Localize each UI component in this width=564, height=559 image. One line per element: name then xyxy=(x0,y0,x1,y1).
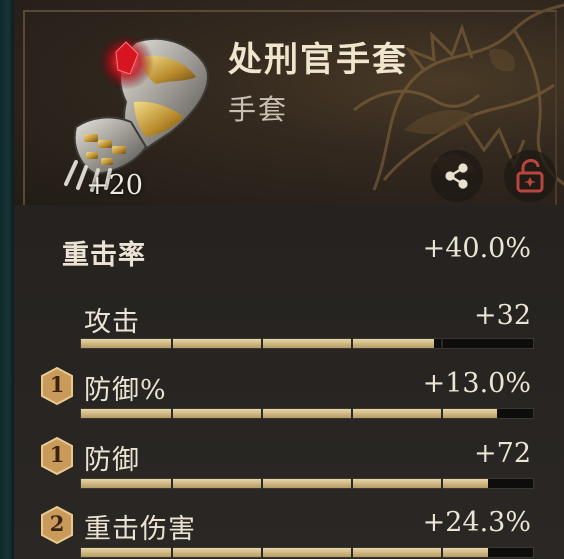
substat-roll-bar xyxy=(80,547,534,558)
gauntlet-item-image xyxy=(64,34,209,192)
substat-roll-bar xyxy=(80,338,534,349)
lock-button[interactable] xyxy=(504,150,556,202)
share-button[interactable] xyxy=(431,150,483,202)
substat-value: +32 xyxy=(474,300,531,331)
substat-roll-bar-fill xyxy=(81,339,434,348)
stats-section: 重击率 +40.0% 攻击 +32 1 防御% +13.0% 1 防御 +72 … xyxy=(14,205,564,559)
item-header: +20 处刑官手套 手套 xyxy=(14,0,564,205)
item-detail-panel: +20 处刑官手套 手套 重击率 +40.0% 攻击 +32 1 防御% +13… xyxy=(14,0,564,559)
item-type: 手套 xyxy=(228,93,289,126)
substat-label: 防御 xyxy=(84,445,140,476)
substat-roll-bar-fill xyxy=(81,548,488,557)
item-name: 处刑官手套 xyxy=(228,40,408,80)
upgrade-count: 1 xyxy=(49,442,65,467)
main-stat-label: 重击率 xyxy=(62,240,146,271)
upgrade-count: 2 xyxy=(49,511,65,536)
item-level: +20 xyxy=(86,170,143,201)
substat-value: +24.3% xyxy=(422,507,531,538)
substat-roll-bar xyxy=(80,408,534,419)
substat-label: 攻击 xyxy=(84,307,140,338)
substat-roll-bar xyxy=(80,478,534,489)
background-strip xyxy=(0,0,14,559)
substat-roll-bar-fill xyxy=(81,479,488,488)
share-icon xyxy=(445,163,468,189)
main-stat-value: +40.0% xyxy=(422,233,531,264)
unlocked-padlock-icon xyxy=(516,159,544,193)
substat-label: 重击伤害 xyxy=(84,514,196,545)
substat-roll-bar-fill xyxy=(81,409,497,418)
substat-value: +72 xyxy=(474,438,531,469)
upgrade-count: 1 xyxy=(49,372,65,397)
substat-label: 防御% xyxy=(84,375,167,406)
substat-value: +13.0% xyxy=(422,368,531,399)
